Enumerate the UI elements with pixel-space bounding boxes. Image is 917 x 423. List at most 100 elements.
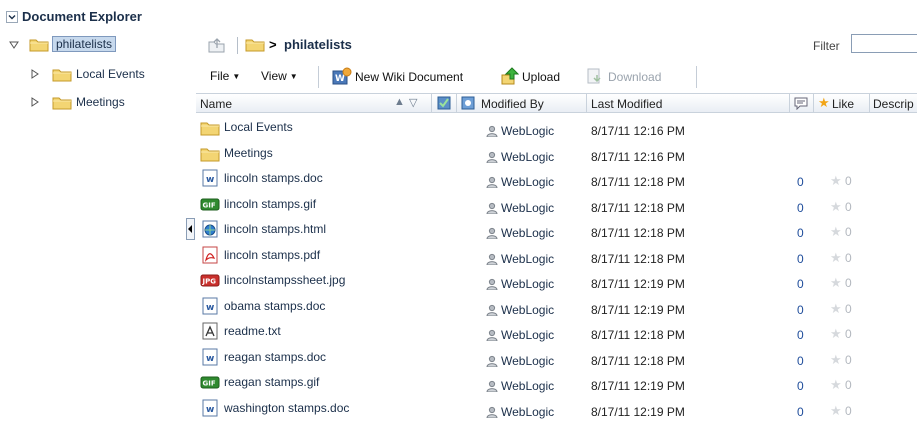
status-column-icon[interactable]: [461, 96, 475, 110]
column-header-like[interactable]: Like: [832, 97, 854, 111]
modified-by-link[interactable]: WebLogic: [486, 277, 554, 291]
star-icon: ★: [830, 351, 842, 367]
sort-descending-icon[interactable]: ▽: [409, 96, 417, 109]
comment-count-link[interactable]: 0: [797, 379, 804, 393]
modified-by-link[interactable]: WebLogic: [486, 252, 554, 266]
tree-expanded-arrow-icon[interactable]: [9, 40, 19, 50]
file-name-link[interactable]: lincolnstampssheet.jpg: [224, 273, 345, 287]
modified-by-link[interactable]: WebLogic: [486, 175, 554, 189]
new-wiki-document-button[interactable]: W New Wiki Document: [332, 67, 463, 85]
like-control[interactable]: ★ 0: [830, 224, 852, 240]
tree-item-meetings[interactable]: Meetings: [0, 93, 180, 113]
like-control[interactable]: ★ 0: [830, 403, 852, 419]
star-icon: ★: [830, 377, 842, 392]
modified-by-link[interactable]: WebLogic: [486, 226, 554, 240]
sort-ascending-icon[interactable]: ▲: [394, 96, 405, 108]
up-folder-icon[interactable]: [207, 36, 227, 54]
like-control[interactable]: ★ 0: [830, 326, 852, 342]
like-control[interactable]: ★ 0: [830, 352, 852, 368]
file-name-link[interactable]: washington stamps.doc: [224, 401, 349, 415]
breadcrumb-separator: >: [269, 37, 277, 52]
comment-count-link[interactable]: 0: [797, 226, 804, 240]
modified-by-link[interactable]: WebLogic: [486, 354, 554, 368]
table-row[interactable]: w reagan stamps.doc WebLogic 8/17/11 12:18 …: [196, 347, 917, 372]
table-row[interactable]: w obama stamps.doc WebLogic 8/17/11 12:19 P…: [196, 296, 917, 321]
column-header-modified-by[interactable]: Modified By: [481, 97, 544, 111]
modified-by-link[interactable]: WebLogic: [486, 303, 554, 317]
user-icon: [486, 380, 498, 392]
file-name-link[interactable]: readme.txt: [224, 324, 281, 338]
file-name-link[interactable]: Meetings: [224, 146, 273, 160]
table-row[interactable]: JPG lincolnstampssheet.jpg WebLogic 8/17/11…: [196, 270, 917, 295]
like-control[interactable]: ★ 0: [830, 377, 852, 393]
modified-by-link[interactable]: WebLogic: [486, 201, 554, 215]
star-icon: ★: [830, 173, 842, 188]
modified-by-name: WebLogic: [501, 328, 555, 342]
file-name-link[interactable]: lincoln stamps.pdf: [224, 248, 320, 262]
comments-column-icon[interactable]: [794, 97, 808, 110]
file-name-link[interactable]: lincoln stamps.doc: [224, 171, 323, 185]
modified-by-link[interactable]: WebLogic: [486, 328, 554, 342]
file-name-link[interactable]: Local Events: [224, 120, 293, 134]
comment-count-link[interactable]: 0: [797, 175, 804, 189]
gif-image-icon: GIF: [200, 198, 220, 210]
column-header-last-modified[interactable]: Last Modified: [591, 97, 662, 111]
download-icon: [587, 68, 601, 84]
modified-by-name: WebLogic: [501, 226, 555, 240]
comment-count-link[interactable]: 0: [797, 354, 804, 368]
word-document-icon: w: [202, 399, 218, 416]
modified-by-link[interactable]: WebLogic: [486, 405, 554, 419]
column-header-name[interactable]: Name: [200, 97, 232, 111]
user-icon: [486, 355, 498, 367]
like-control[interactable]: ★ 0: [830, 250, 852, 266]
filter-label: Filter: [813, 39, 840, 53]
file-name-link[interactable]: reagan stamps.doc: [224, 350, 326, 364]
modified-by-link[interactable]: WebLogic: [486, 124, 554, 138]
file-name-link[interactable]: obama stamps.doc: [224, 299, 325, 313]
tree-collapsed-arrow-icon[interactable]: [30, 69, 40, 79]
file-name-link[interactable]: lincoln stamps.html: [224, 222, 326, 236]
table-row[interactable]: lincoln stamps.pdf WebLogic 8/17/11 12:18 …: [196, 245, 917, 270]
comment-count-link[interactable]: 0: [797, 252, 804, 266]
like-control[interactable]: ★ 0: [830, 301, 852, 317]
table-row[interactable]: GIF reagan stamps.gif WebLogic 8/17/11 12:1…: [196, 372, 917, 397]
tree-item-label[interactable]: Local Events: [76, 67, 145, 81]
tree-collapsed-arrow-icon[interactable]: [30, 97, 40, 107]
upload-button[interactable]: Upload: [501, 67, 560, 85]
table-row[interactable]: Local Events WebLogic 8/17/11 12:16 PM: [196, 117, 917, 142]
table-row[interactable]: readme.txt WebLogic 8/17/11 12:18 PM 0 ★ 0: [196, 321, 917, 346]
tree-root-label[interactable]: philatelists: [52, 36, 117, 52]
table-row[interactable]: lincoln stamps.html WebLogic 8/17/11 12:18…: [196, 219, 917, 244]
comment-count-link[interactable]: 0: [797, 201, 804, 215]
like-control[interactable]: ★ 0: [830, 173, 852, 189]
checked-out-column-icon[interactable]: [437, 96, 451, 110]
toolbar-divider: [318, 66, 319, 88]
tree-item-local-events[interactable]: Local Events: [0, 65, 180, 85]
file-name-link[interactable]: lincoln stamps.gif: [224, 197, 316, 211]
modified-by-link[interactable]: WebLogic: [486, 150, 554, 164]
comment-count-link[interactable]: 0: [797, 303, 804, 317]
chevron-down-icon[interactable]: [6, 11, 18, 23]
svg-text:w: w: [206, 303, 214, 313]
view-menu[interactable]: View ▼: [261, 69, 298, 83]
comment-count-link[interactable]: 0: [797, 405, 804, 419]
last-modified-date: 8/17/11 12:19 PM: [591, 379, 685, 393]
splitter-handle[interactable]: [186, 218, 195, 240]
file-name-link[interactable]: reagan stamps.gif: [224, 375, 319, 389]
table-row[interactable]: w lincoln stamps.doc WebLogic 8/17/11 12:18…: [196, 168, 917, 193]
file-menu[interactable]: File ▼: [210, 69, 240, 83]
svg-text:GIF: GIF: [203, 380, 216, 388]
table-row[interactable]: GIF lincoln stamps.gif WebLogic 8/17/11 12:…: [196, 194, 917, 219]
like-control[interactable]: ★ 0: [830, 275, 852, 291]
modified-by-link[interactable]: WebLogic: [486, 379, 554, 393]
tree-item-label[interactable]: Meetings: [76, 95, 125, 109]
comment-count-link[interactable]: 0: [797, 328, 804, 342]
column-header-description[interactable]: Descrip: [873, 97, 914, 111]
comment-count-link[interactable]: 0: [797, 277, 804, 291]
filter-input[interactable]: [851, 34, 917, 53]
toolbar-divider: [696, 66, 697, 88]
download-button[interactable]: Download: [586, 67, 661, 85]
like-control[interactable]: ★ 0: [830, 199, 852, 215]
table-row[interactable]: Meetings WebLogic 8/17/11 12:16 PM: [196, 143, 917, 168]
tree-item-root[interactable]: philatelists: [0, 35, 180, 55]
